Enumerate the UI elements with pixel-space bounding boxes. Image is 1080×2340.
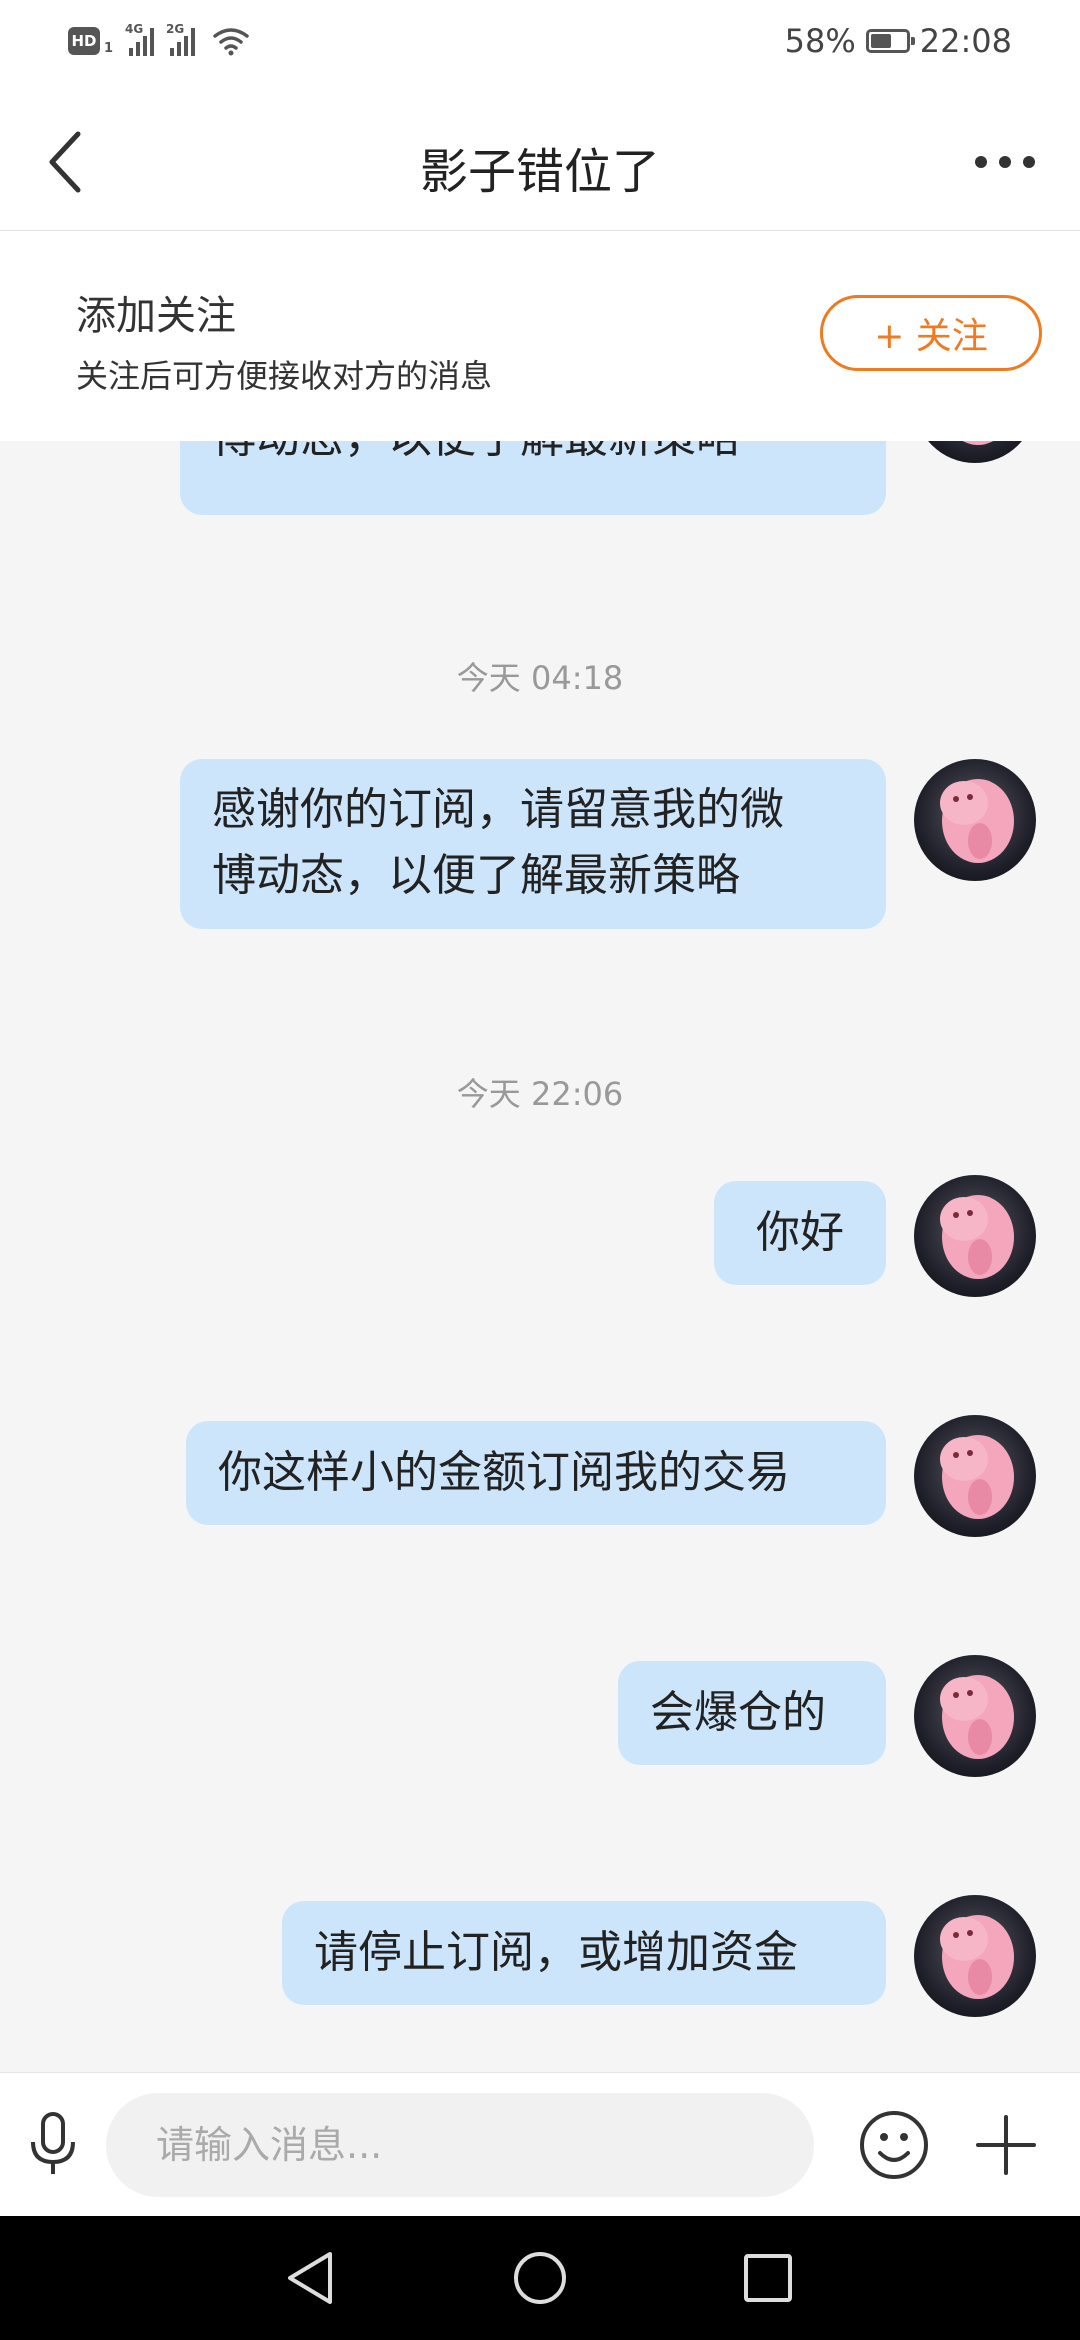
pig-avatar-image — [940, 779, 1014, 863]
message-bubble[interactable]: 你好 — [714, 1181, 886, 1285]
more-actions-button[interactable] — [968, 2107, 1044, 2183]
message-text: 会爆仓的 — [650, 1687, 826, 1738]
message-bubble[interactable]: 会爆仓的 — [618, 1661, 886, 1765]
mic-icon — [31, 2112, 75, 2174]
follow-button[interactable]: + 关注 — [820, 295, 1042, 371]
battery-fill — [870, 34, 891, 48]
signal-4g-icon: 4G — [125, 22, 155, 56]
hd-icon: HD — [68, 27, 100, 55]
follow-banner: 添加关注 关注后可方便接收对方的消息 + 关注 — [0, 231, 1080, 441]
pig-avatar[interactable] — [914, 759, 1036, 881]
message-bubble[interactable]: 感谢你的订阅，请留意我的微 博动态，以便了解最新策略 — [180, 759, 886, 929]
timestamp: 今天 22:06 — [456, 1075, 624, 1113]
nav-home-button[interactable] — [508, 2246, 572, 2310]
status-right: 58% 22:08 — [785, 22, 1012, 60]
message-bubble[interactable]: 你这样小的金额订阅我的交易 — [186, 1421, 886, 1525]
nav-back-icon — [288, 2252, 332, 2304]
message-bubble[interactable]: 请停止订阅，或增加资金 — [282, 1901, 886, 2005]
title-bar: 影子错位了 — [0, 92, 1080, 231]
screen: HD 1 4G 2G 58% 22:08 影子错位了 添加关注 关注后可方便接收… — [0, 0, 1080, 2340]
battery-icon — [865, 29, 915, 53]
battery-percent: 58% — [784, 22, 856, 60]
input-bar — [0, 2072, 1080, 2217]
pig-avatar-image — [962, 441, 994, 445]
more-dot — [999, 156, 1011, 168]
message-input[interactable] — [106, 2093, 814, 2197]
clock: 22:08 — [919, 22, 1012, 60]
message-text: 感谢你的订阅，请留意我的微 — [212, 784, 784, 835]
pig-avatar[interactable] — [914, 1895, 1036, 2017]
pig-avatar[interactable] — [914, 1655, 1036, 1777]
message-text: 博动态，以便了解最新策略 — [212, 850, 740, 901]
pig-avatar-image — [940, 1195, 1014, 1279]
wifi-icon — [213, 28, 249, 56]
nav-home-icon — [514, 2252, 566, 2304]
system-nav-bar — [0, 2216, 1080, 2340]
follow-title: 添加关注 — [76, 293, 236, 339]
more-dots-icon — [975, 156, 987, 168]
message-text: 博动态，以便了解最新策略 — [212, 441, 854, 471]
pig-avatar[interactable] — [914, 441, 1036, 463]
network-label-2g: 2G — [166, 22, 185, 36]
plus-icon — [976, 2115, 1036, 2175]
status-left: HD 1 4G 2G — [68, 22, 251, 56]
message-bubble-partial[interactable]: 博动态，以便了解最新策略 — [180, 441, 886, 515]
emoji-icon — [860, 2111, 928, 2179]
page-title: 影子错位了 — [419, 144, 660, 200]
chat-list[interactable]: 博动态，以便了解最新策略 今天 04:18 感谢你的订阅，请留意我的微 博动态，… — [0, 441, 1080, 2071]
pig-avatar-image — [940, 1435, 1014, 1519]
message-text: 你好 — [756, 1207, 844, 1258]
pig-avatar-image — [940, 1675, 1014, 1759]
follow-description: 关注后可方便接收对方的消息 — [76, 357, 493, 395]
nav-recents-button[interactable] — [736, 2246, 800, 2310]
more-dot — [1023, 156, 1035, 168]
pig-avatar-image — [940, 1915, 1014, 1999]
nav-recents-icon — [744, 2254, 792, 2302]
pig-avatar[interactable] — [914, 1415, 1036, 1537]
status-bar: HD 1 4G 2G 58% 22:08 — [0, 0, 1080, 92]
emoji-button[interactable] — [856, 2107, 932, 2183]
voice-button[interactable] — [22, 2107, 84, 2183]
network-label-4g: 4G — [125, 22, 144, 36]
message-text: 请停止订阅，或增加资金 — [314, 1927, 798, 1978]
more-options-button[interactable] — [960, 122, 1050, 202]
signal-2g-icon: 2G — [166, 22, 196, 56]
message-text: 你这样小的金额订阅我的交易 — [218, 1447, 790, 1498]
pig-avatar[interactable] — [914, 1175, 1036, 1297]
nav-back-button[interactable] — [278, 2246, 342, 2310]
timestamp: 今天 04:18 — [456, 659, 624, 697]
sim-number: 1 — [104, 40, 114, 56]
